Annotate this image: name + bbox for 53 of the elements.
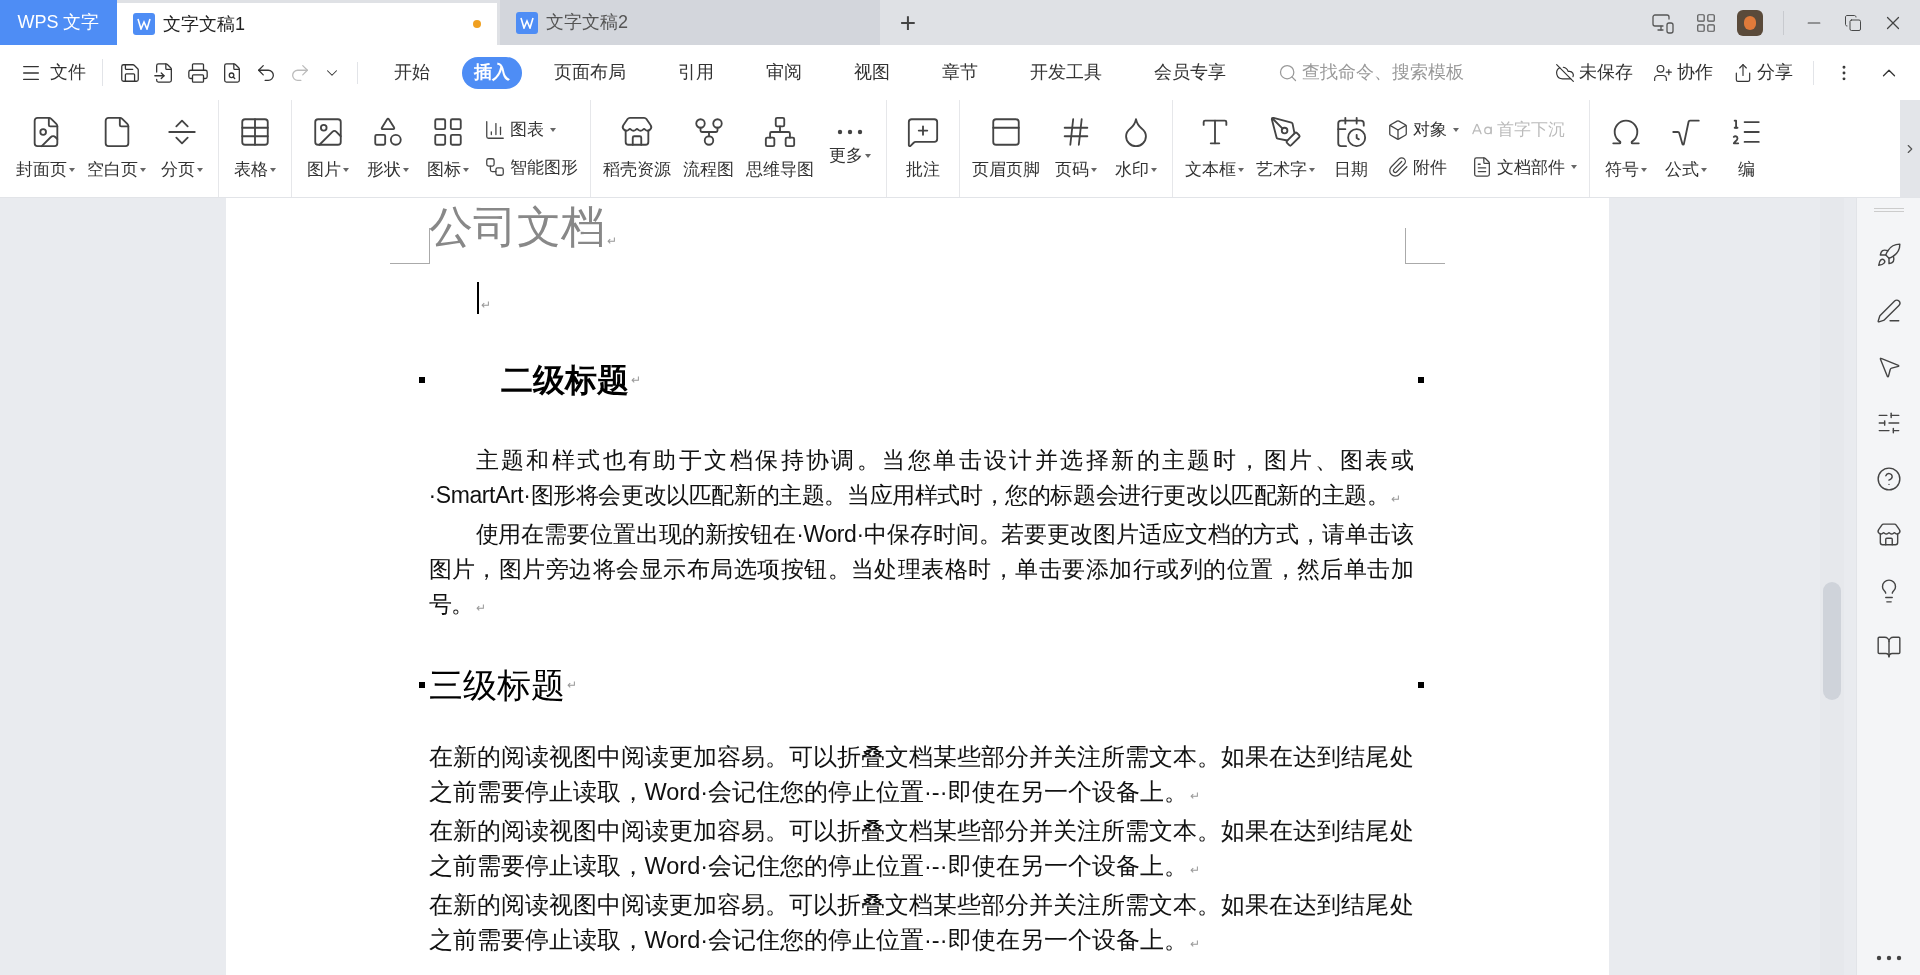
ribbon-button[interactable]: 图标 [420,106,476,191]
ribbon-button[interactable]: 空白页 [83,106,150,191]
ribbon-button[interactable]: 页眉页脚 [968,106,1044,191]
ribbon-button[interactable]: 批注 [895,106,951,191]
ribbon-button[interactable]: 页码 [1048,106,1104,191]
ribbon-button[interactable]: 图片 [300,106,356,191]
paragraph-mark: ↵ [566,677,577,694]
ribbon-tab[interactable]: 开发工具 [1018,56,1114,89]
paragraph-mark: ↵ [630,372,641,389]
paragraph-mark: ↵ [480,297,491,314]
ribbon-button[interactable]: 图表 [484,117,578,143]
document-title: 公司文档 [428,206,605,250]
ribbon-button[interactable]: 公式 [1658,106,1714,191]
paragraph: 在新的阅读视图中阅读更加容易。可以折叠文档某些部分并关注所需文本。如果在达到结尾处之前需要停止读取，Word·会记住您的停止位置·-·即使在另一个设备上。↵ [428,743,1414,807]
ribbon-button[interactable]: 文本框 [1181,106,1248,191]
paragraph: 在新的阅读视图中阅读更加容易。可以折叠文档某些部分并关注所需文本。如果在达到结尾处之前需要停止读取，Word·会记住您的停止位置·-·即使在另一个设备上。↵ [428,891,1414,955]
paragraph: 主题和样式也有助于文档保持协调。当您单击设计并选择新的主题时，图片、图表或·SmartArt·图形将会更改以匹配新的主题。当应用样式时，您的标题会进行更改以匹配新的主题。↵ [428,446,1414,510]
ribbon-tab[interactable]: 引用 [666,56,726,89]
ribbon-button[interactable]: 封面页 [12,106,79,191]
paragraph: 在新的阅读视图中阅读更加容易。可以折叠文档某些部分并关注所需文本。如果在达到结尾处之前需要停止读取，Word·会记住您的停止位置·-·即使在另一个设备上。↵ [428,817,1414,881]
paragraph-mark: ↵ [606,233,617,250]
ribbon-button[interactable]: 艺术字 [1252,106,1319,191]
ribbon-tab[interactable]: 开始 [382,56,442,89]
ribbon-button[interactable]: 水印 [1108,106,1164,191]
ribbon-button[interactable]: 稻壳资源 [599,106,675,191]
heading: 二级标题 [500,361,629,400]
document-tab[interactable]: 文字文稿1 [117,3,497,45]
ribbon-button[interactable]: 对象 [1387,117,1459,143]
ribbon-tab[interactable]: 章节 [930,56,990,89]
ribbon-tab[interactable]: 审阅 [754,56,814,89]
action-button[interactable]: 分享 [1733,59,1793,86]
action-button[interactable]: 未保存 [1555,59,1633,86]
ribbon-tab[interactable]: 视图 [842,56,902,89]
document-tab[interactable]: 文字文稿2 [500,0,880,45]
ribbon-button[interactable]: 表格 [227,106,283,191]
ribbon-button[interactable]: 智能图形 [484,154,578,180]
file-menu[interactable]: 文件 [20,59,103,86]
action-button[interactable]: 协作 [1653,59,1713,86]
ribbon-button[interactable]: 附件 [1387,154,1459,180]
ribbon-button[interactable]: 符号 [1598,106,1654,191]
ribbon-button[interactable]: 更多 [822,106,878,191]
ribbon-button[interactable]: 流程图 [679,106,738,191]
ribbon-button[interactable]: 形状 [360,106,416,191]
ribbon-tab[interactable]: 会员专享 [1142,56,1238,89]
ribbon-button[interactable]: 文档部件 [1471,154,1577,180]
ribbon-button[interactable]: 分页 [154,106,210,191]
paragraph: 使用在需要位置出现的新按钮在·Word·中保存时间。若要更改图片适应文档的方式，请单击该图片，图片旁边将会显示布局选项按钮。当处理表格时，单击要添加行或列的位置，然后单击加号。↵ [428,520,1414,619]
heading: 三级标题 [428,665,565,706]
ribbon-button[interactable]: 思维导图 [742,106,818,191]
ribbon-button[interactable]: 编 [1718,106,1774,191]
ribbon-button[interactable]: 日期 [1323,106,1379,191]
ribbon-tab[interactable]: 页面布局 [542,56,638,89]
new-tab-button[interactable]: + [880,0,936,45]
